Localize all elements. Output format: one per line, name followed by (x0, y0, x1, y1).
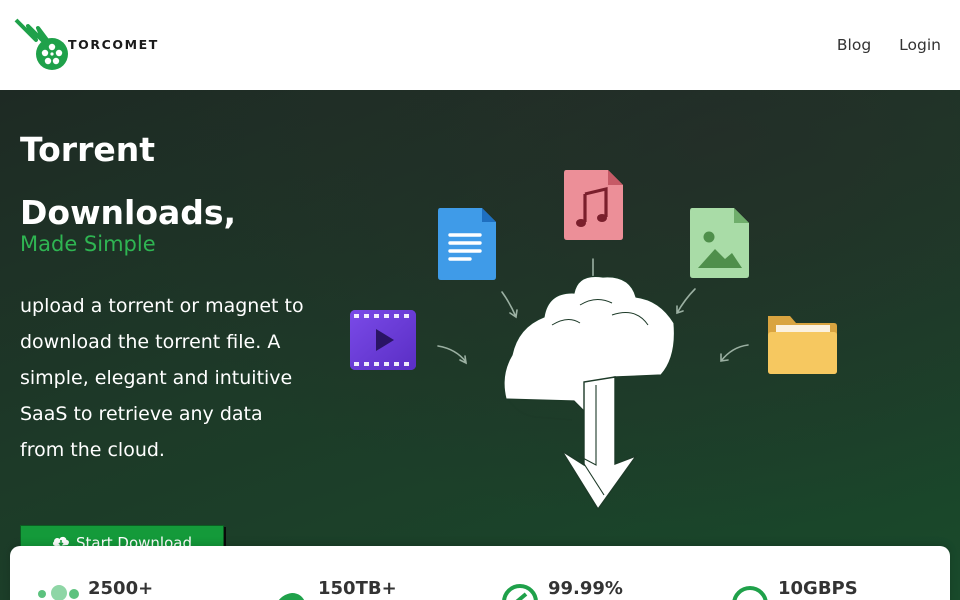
brand-name: TORCOMET (68, 36, 159, 52)
stat-value-speed: 10GBPS (778, 578, 858, 599)
brand-logo[interactable]: TORCOMET (14, 16, 159, 72)
stat-value-storage: 150TB+ (318, 578, 397, 599)
stats-bar: 2500+ 150TB+ 99.99% 10GBPS (10, 546, 950, 600)
hero-title: Torrent Downloads, (20, 118, 320, 244)
stat-value-uptime: 99.99% (548, 578, 623, 599)
nav-link-login[interactable]: Login (899, 36, 941, 54)
nav-link-blog[interactable]: Blog (837, 36, 871, 54)
folder-icon (768, 316, 837, 374)
hero-title-line1: Torrent (20, 130, 155, 169)
storage-icon (278, 593, 305, 600)
comet-logo-icon (14, 18, 68, 70)
users-icon (38, 585, 79, 600)
document-file-icon (438, 208, 496, 280)
stat-value-users: 2500+ (88, 578, 154, 599)
hero-illustration (350, 170, 837, 511)
hero-subtitle: Made Simple (20, 232, 156, 256)
hero-section: Torrent Downloads, Made Simple upload a … (0, 90, 960, 600)
hero-description: upload a torrent or magnet to download t… (20, 295, 304, 461)
uptime-icon (502, 584, 538, 600)
video-file-icon (350, 310, 416, 370)
image-file-icon (690, 208, 749, 278)
site-header: TORCOMET Blog Login (0, 0, 960, 90)
hero-title-line2: Downloads, (20, 193, 237, 232)
top-nav: Blog Login (837, 36, 941, 54)
music-file-icon (564, 170, 623, 240)
speed-icon (732, 586, 768, 600)
cloud-download-icon (503, 275, 676, 511)
